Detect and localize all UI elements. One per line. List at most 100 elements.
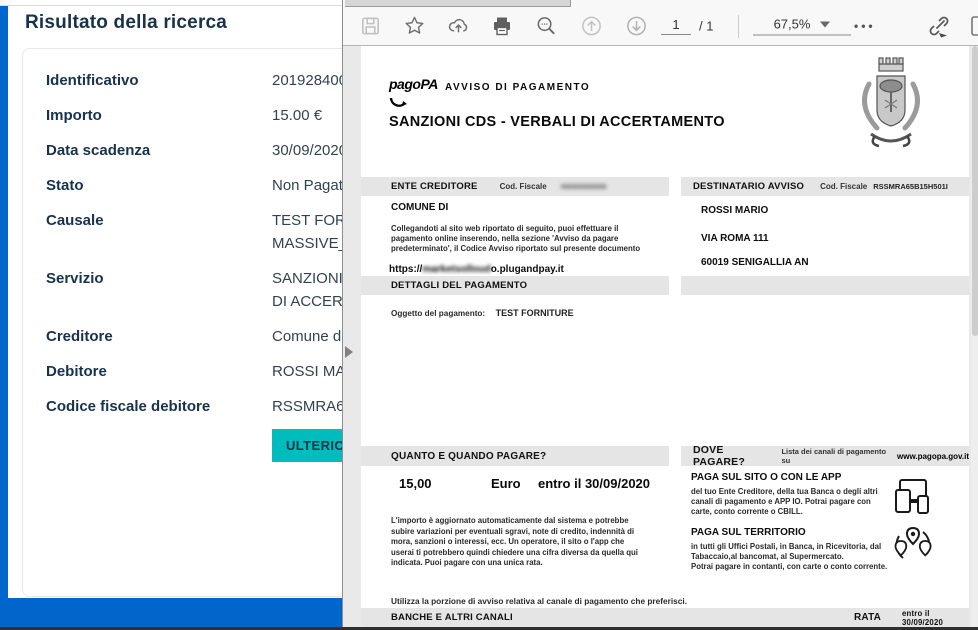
paga-territorio-title: PAGA SUL TERRITORIO: [691, 527, 806, 538]
field-row-codice-fiscale: Codice fiscale debitore RSSMRA65: [46, 395, 342, 418]
pagamento-online-note: Collegandoti al sito web riportato di se…: [391, 224, 643, 254]
star-icon[interactable]: [403, 15, 426, 38]
oggetto-row: Oggetto del pagamento: TEST FORNITURE: [391, 303, 574, 321]
field-value: Comune di S: [272, 325, 342, 348]
field-row-stato: Stato Non Pagato: [46, 174, 342, 197]
arrow-down-circle-icon[interactable]: [625, 15, 648, 38]
ente-creditore-label: ENTE CREDITORE: [391, 181, 478, 192]
field-row-data-scadenza: Data scadenza 30/09/2020: [46, 139, 342, 162]
further-details-button[interactable]: ULTERIOR: [272, 429, 342, 462]
url-suffix: o.plugandpay.it: [491, 264, 564, 275]
pdf-document-area: pagoPA AVVISO DI PAGAMENTO SANZIONI CDS …: [343, 46, 978, 627]
dove-label: DOVE PAGARE?: [693, 444, 776, 468]
dove-band: DOVE PAGARE? Lista dei canali di pagamen…: [681, 446, 969, 466]
document-title: SANZIONI CDS - VERBALI DI ACCERTAMENTO: [389, 114, 725, 130]
devices-icon: [888, 474, 934, 525]
field-label: Data scadenza: [46, 139, 272, 162]
zoom-control[interactable]: 67,5%: [753, 17, 851, 36]
dettagli-band-right: [681, 276, 969, 295]
field-label: Codice fiscale debitore: [46, 395, 272, 418]
pdf-viewer-window: 1 / 1 67,5% •••: [342, 0, 978, 627]
field-label: Causale: [46, 209, 272, 255]
result-modal: Risultato della ricerca Identificativo 2…: [8, 6, 342, 598]
utilizza-note: Utilizza la porzione di avviso relativa …: [391, 596, 687, 606]
destinatario-address1: VIA ROMA 111: [701, 233, 769, 244]
field-label: Identificativo: [46, 69, 272, 92]
payment-url: https://marketsolloudo.plugandpay.it: [389, 259, 564, 277]
deadline-label: entro il 30/09/2020: [538, 476, 650, 491]
ente-creditore-band: ENTE CREDITORE Cod. Fiscale 00000000000: [361, 177, 669, 196]
currency-label: Euro: [491, 476, 521, 491]
scrollbar-thumb[interactable]: [972, 46, 978, 336]
sidebar-toggle-arrow-icon[interactable]: [345, 346, 353, 358]
cod-fiscale-label: Cod. Fiscale: [500, 182, 547, 191]
field-row-debitore: Debitore ROSSI MARI: [46, 360, 342, 383]
destinatario-label: DESTINATARIO AVVISO: [693, 181, 804, 192]
field-label: Stato: [46, 174, 272, 197]
destinatario-band: DESTINATARIO AVVISO Cod. Fiscale RSSMRA6…: [681, 177, 969, 196]
amount-disclaimer: L'importo è aggiornato automaticamente d…: [391, 516, 649, 569]
banche-band: BANCHE E ALTRI CANALI RATA entro il 30/0…: [361, 608, 969, 627]
quanto-band: QUANTO E QUANDO PAGARE?: [361, 446, 669, 466]
field-label: Servizio: [46, 267, 272, 313]
rata-deadline: entro il 30/09/2020: [902, 609, 969, 627]
field-value: ROSSI MARI: [272, 360, 342, 383]
field-value: 30/09/2020: [272, 139, 342, 162]
banche-label: BANCHE E ALTRI CANALI: [391, 612, 513, 623]
municipal-crest-image: [849, 56, 933, 169]
destinatario-address2: 60019 SENIGALLIA AN: [701, 257, 809, 268]
field-value: TEST FORNI MASSIVE_Z: [272, 209, 342, 255]
chevron-down-icon: [820, 21, 830, 27]
field-label: Creditore: [46, 325, 272, 348]
search-result-page: Risultato della ricerca Identificativo 2…: [0, 0, 342, 630]
field-value: RSSMRA65: [272, 395, 342, 418]
field-row-causale: Causale TEST FORNI MASSIVE_Z: [46, 209, 342, 255]
window-edge-remnant: [345, 0, 571, 7]
rata-label: RATA: [854, 612, 881, 623]
zoom-level-value: 67,5%: [774, 17, 811, 32]
pdf-page: pagoPA AVVISO DI PAGAMENTO SANZIONI CDS …: [361, 46, 969, 627]
paga-territorio-body: in tutti gli Uffici Postali, in Banca, i…: [691, 542, 903, 572]
save-icon[interactable]: [360, 16, 381, 37]
quanto-label: QUANTO E QUANDO PAGARE?: [391, 451, 546, 462]
cod-fiscale-label: Cod. Fiscale: [820, 182, 867, 191]
search-icon[interactable]: [535, 15, 558, 38]
destinatario-cod-fiscale-value: RSSMRA65B15H501I: [873, 182, 948, 191]
arrow-up-circle-icon[interactable]: [580, 15, 603, 38]
pagopa-site-url: www.pagopa.gov.it: [897, 452, 969, 461]
ente-cod-fiscale-value: 00000000000: [561, 182, 607, 191]
map-pins-icon: [891, 523, 935, 572]
pagopa-logo-text: pagoPA: [389, 76, 438, 92]
field-value: 201928400: [272, 69, 342, 92]
dettagli-label: DETTAGLI DEL PAGAMENTO: [391, 280, 527, 291]
cloud-upload-icon[interactable]: [447, 15, 470, 38]
page-number-input[interactable]: 1: [661, 17, 691, 35]
field-value: 15.00 €: [272, 104, 322, 127]
field-value: SANZIONI CD DI ACCERTA: [272, 267, 342, 313]
page-count-label: / 1: [699, 19, 713, 34]
screen: Risultato della ricerca Identificativo 2…: [0, 0, 978, 630]
print-icon[interactable]: [491, 15, 513, 37]
pagopa-logo: pagoPA: [389, 76, 437, 112]
field-row-servizio: Servizio SANZIONI CD DI ACCERTA: [46, 267, 342, 313]
document-edge-icon[interactable]: [970, 14, 978, 38]
url-prefix: https://: [389, 264, 422, 275]
dettagli-band: DETTAGLI DEL PAGAMENTO: [361, 276, 669, 295]
dove-sublabel: Lista dei canali di pagamento su: [781, 447, 894, 465]
more-options-button[interactable]: •••: [854, 19, 876, 33]
avviso-di-pagamento-label: AVVISO DI PAGAMENTO: [445, 82, 590, 93]
url-redacted: marketsolloud: [422, 264, 490, 275]
field-value: Non Pagato: [272, 174, 342, 197]
field-row-creditore: Creditore Comune di S: [46, 325, 342, 348]
oggetto-label: Oggetto del pagamento:: [391, 309, 485, 318]
link-icon[interactable]: [926, 13, 952, 39]
result-card: Identificativo 201928400 Importo 15.00 €…: [22, 48, 342, 597]
oggetto-value: TEST FORNITURE: [496, 308, 574, 318]
field-label: Importo: [46, 104, 272, 127]
vertical-scrollbar[interactable]: [971, 46, 978, 627]
field-row-importo: Importo 15.00 €: [46, 104, 342, 127]
page-title: Risultato della ricerca: [25, 12, 227, 34]
pdf-toolbar: 1 / 1 67,5% •••: [343, 7, 978, 46]
paga-sito-title: PAGA SUL SITO O CON LE APP: [691, 472, 841, 483]
viewer-top-edge: [343, 0, 978, 7]
